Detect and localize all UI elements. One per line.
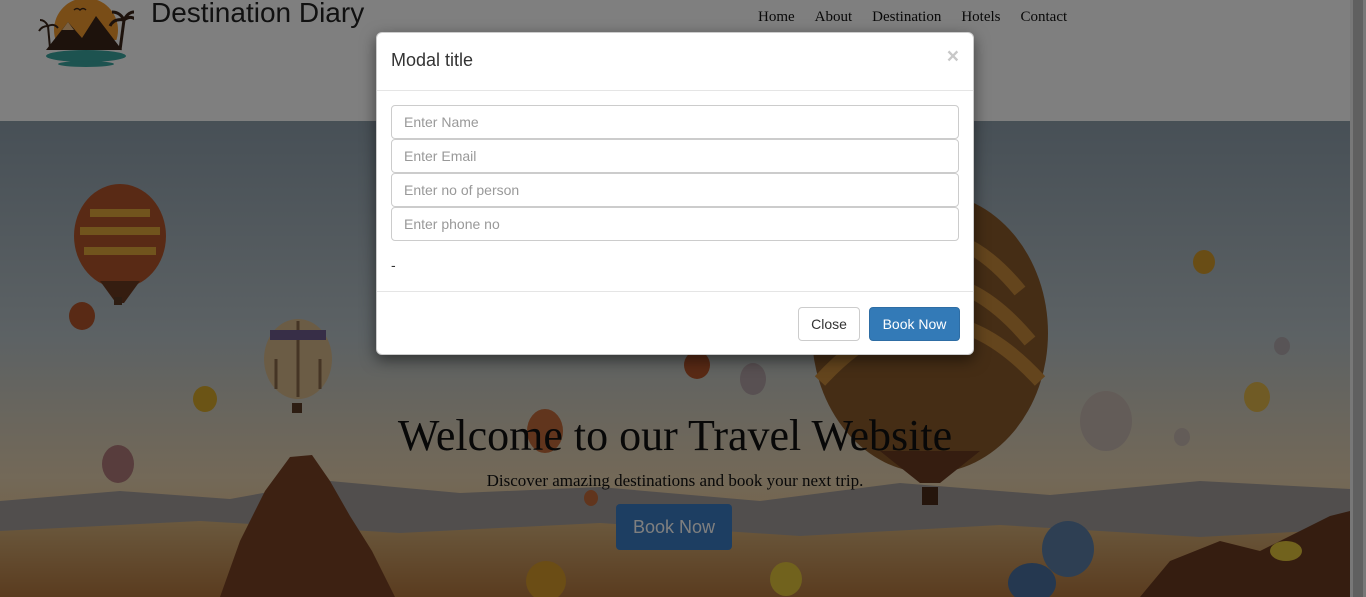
close-icon[interactable]: ×	[947, 45, 959, 69]
email-input[interactable]	[391, 139, 959, 173]
booking-modal: Modal title × - Close Book Now	[376, 32, 974, 355]
phone-input[interactable]	[391, 207, 959, 241]
close-button[interactable]: Close	[798, 307, 860, 341]
modal-dash-text: -	[391, 257, 396, 273]
modal-title: Modal title	[391, 50, 474, 70]
persons-input[interactable]	[391, 173, 959, 207]
book-now-button[interactable]: Book Now	[869, 307, 960, 341]
name-input[interactable]	[391, 105, 959, 139]
modal-header: Modal title ×	[377, 33, 973, 91]
modal-body	[391, 105, 959, 241]
modal-footer: Close Book Now	[377, 291, 973, 356]
